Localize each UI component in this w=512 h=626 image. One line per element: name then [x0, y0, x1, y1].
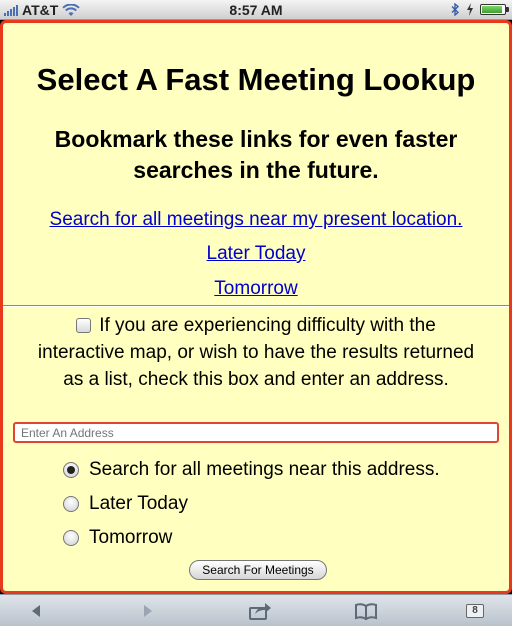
forward-button[interactable] — [136, 601, 160, 621]
status-bar: AT&T 8:57 AM — [0, 0, 512, 20]
radio-button-near-address[interactable] — [63, 462, 79, 478]
pages-count: 8 — [472, 605, 478, 616]
back-arrow-icon — [32, 605, 40, 617]
browser-toolbar: 8 — [0, 594, 512, 626]
radio-button-later-today[interactable] — [63, 496, 79, 512]
page-title: Select A Fast Meeting Lookup — [36, 62, 476, 97]
divider — [3, 305, 509, 307]
bookmarks-button[interactable] — [352, 601, 380, 621]
pages-icon: 8 — [466, 604, 484, 618]
bluetooth-icon — [451, 3, 460, 16]
link-tomorrow[interactable]: Tomorrow — [3, 278, 509, 300]
radio-option-later-today[interactable]: Later Today — [63, 493, 188, 515]
radio-label-tomorrow: Tomorrow — [89, 527, 173, 548]
share-button[interactable] — [246, 601, 274, 621]
radio-label-near-address: Search for all meetings near this addres… — [89, 459, 440, 480]
list-results-checkbox-label: If you are experiencing difficulty with … — [37, 315, 475, 390]
bookmarks-book-icon — [355, 603, 377, 620]
share-icon — [249, 603, 271, 620]
list-results-checkbox[interactable] — [76, 318, 92, 333]
battery-icon — [480, 4, 509, 15]
charging-bolt-icon — [467, 3, 473, 16]
page-subtitle: Bookmark these links for even faster sea… — [54, 126, 458, 183]
link-nearby-meetings[interactable]: Search for all meetings near my present … — [3, 209, 509, 231]
back-button[interactable] — [24, 601, 48, 621]
status-bar-right — [451, 3, 509, 16]
radio-button-tomorrow[interactable] — [63, 530, 79, 546]
status-time: 8:57 AM — [229, 2, 283, 18]
link-later-today[interactable]: Later Today — [3, 243, 509, 265]
radio-option-tomorrow[interactable]: Tomorrow — [63, 527, 172, 549]
radio-label-later-today: Later Today — [89, 493, 188, 514]
list-results-option: If you are experiencing difficulty with … — [33, 312, 479, 393]
battery-level — [482, 6, 502, 13]
pages-button[interactable]: 8 — [462, 601, 488, 621]
radio-option-near-address[interactable]: Search for all meetings near this addres… — [63, 459, 440, 481]
forward-arrow-icon — [144, 605, 152, 617]
address-input[interactable] — [13, 422, 499, 443]
meeting-lookup-page: Select A Fast Meeting Lookup Bookmark th… — [0, 20, 512, 594]
search-for-meetings-button[interactable]: Search For Meetings — [189, 560, 327, 580]
